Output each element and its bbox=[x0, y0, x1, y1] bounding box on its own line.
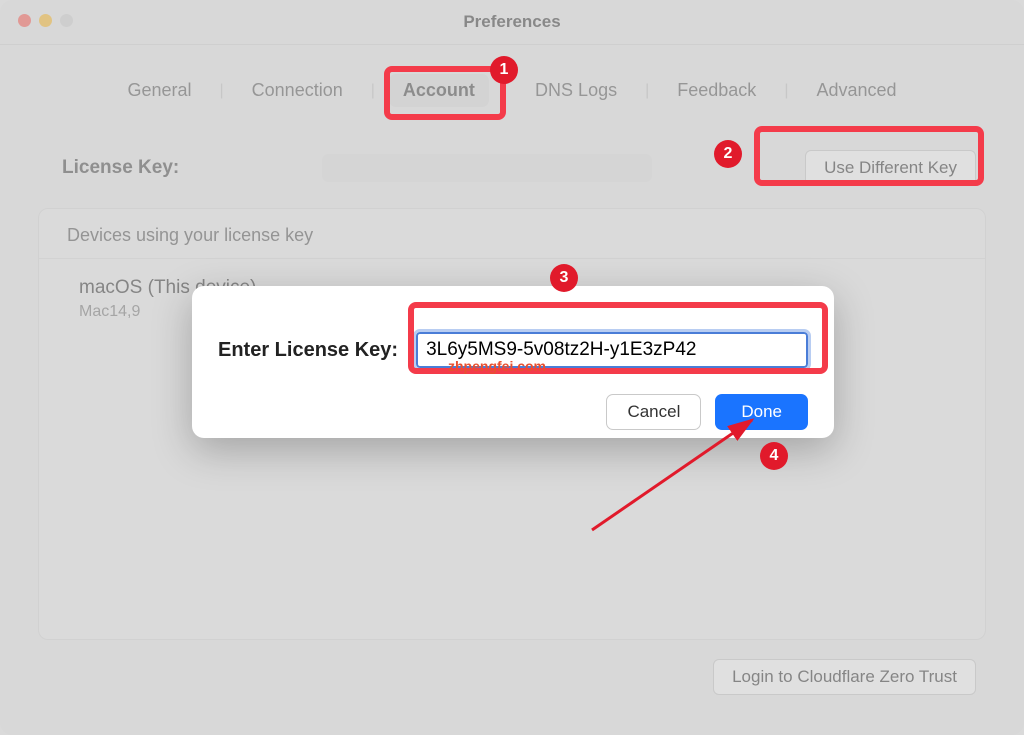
devices-header: Devices using your license key bbox=[39, 209, 985, 259]
tab-separator: | bbox=[784, 82, 788, 100]
titlebar: Preferences bbox=[0, 0, 1024, 45]
tab-separator: | bbox=[503, 82, 507, 100]
login-zero-trust-button[interactable]: Login to Cloudflare Zero Trust bbox=[713, 659, 976, 695]
tab-separator: | bbox=[220, 82, 224, 100]
zoom-window-icon[interactable] bbox=[60, 14, 73, 27]
tab-advanced[interactable]: Advanced bbox=[802, 74, 910, 107]
tab-feedback[interactable]: Feedback bbox=[663, 74, 770, 107]
preferences-window: Preferences General | Connection | Accou… bbox=[0, 0, 1024, 735]
tab-dns-logs[interactable]: DNS Logs bbox=[521, 74, 631, 107]
close-window-icon[interactable] bbox=[18, 14, 31, 27]
cancel-button[interactable]: Cancel bbox=[606, 394, 701, 430]
tab-separator: | bbox=[371, 82, 375, 100]
license-key-row: License Key: Use Different Key bbox=[38, 136, 986, 200]
license-key-label: License Key: bbox=[62, 157, 179, 179]
tab-connection[interactable]: Connection bbox=[238, 74, 357, 107]
minimize-window-icon[interactable] bbox=[39, 14, 52, 27]
done-button[interactable]: Done bbox=[715, 394, 808, 430]
license-key-input[interactable] bbox=[416, 332, 808, 368]
tab-general[interactable]: General bbox=[113, 74, 205, 107]
traffic-lights bbox=[18, 14, 73, 27]
preferences-tabbar: General | Connection | Account | DNS Log… bbox=[0, 74, 1024, 107]
tab-separator: | bbox=[645, 82, 649, 100]
enter-license-key-label: Enter License Key: bbox=[218, 339, 398, 362]
tab-account[interactable]: Account bbox=[389, 74, 489, 107]
use-different-key-button[interactable]: Use Different Key bbox=[805, 150, 976, 186]
enter-license-key-dialog: Enter License Key: Cancel Done bbox=[192, 286, 834, 438]
footer: Login to Cloudflare Zero Trust bbox=[713, 659, 976, 695]
window-title: Preferences bbox=[0, 12, 1024, 32]
license-key-field[interactable] bbox=[322, 154, 652, 182]
